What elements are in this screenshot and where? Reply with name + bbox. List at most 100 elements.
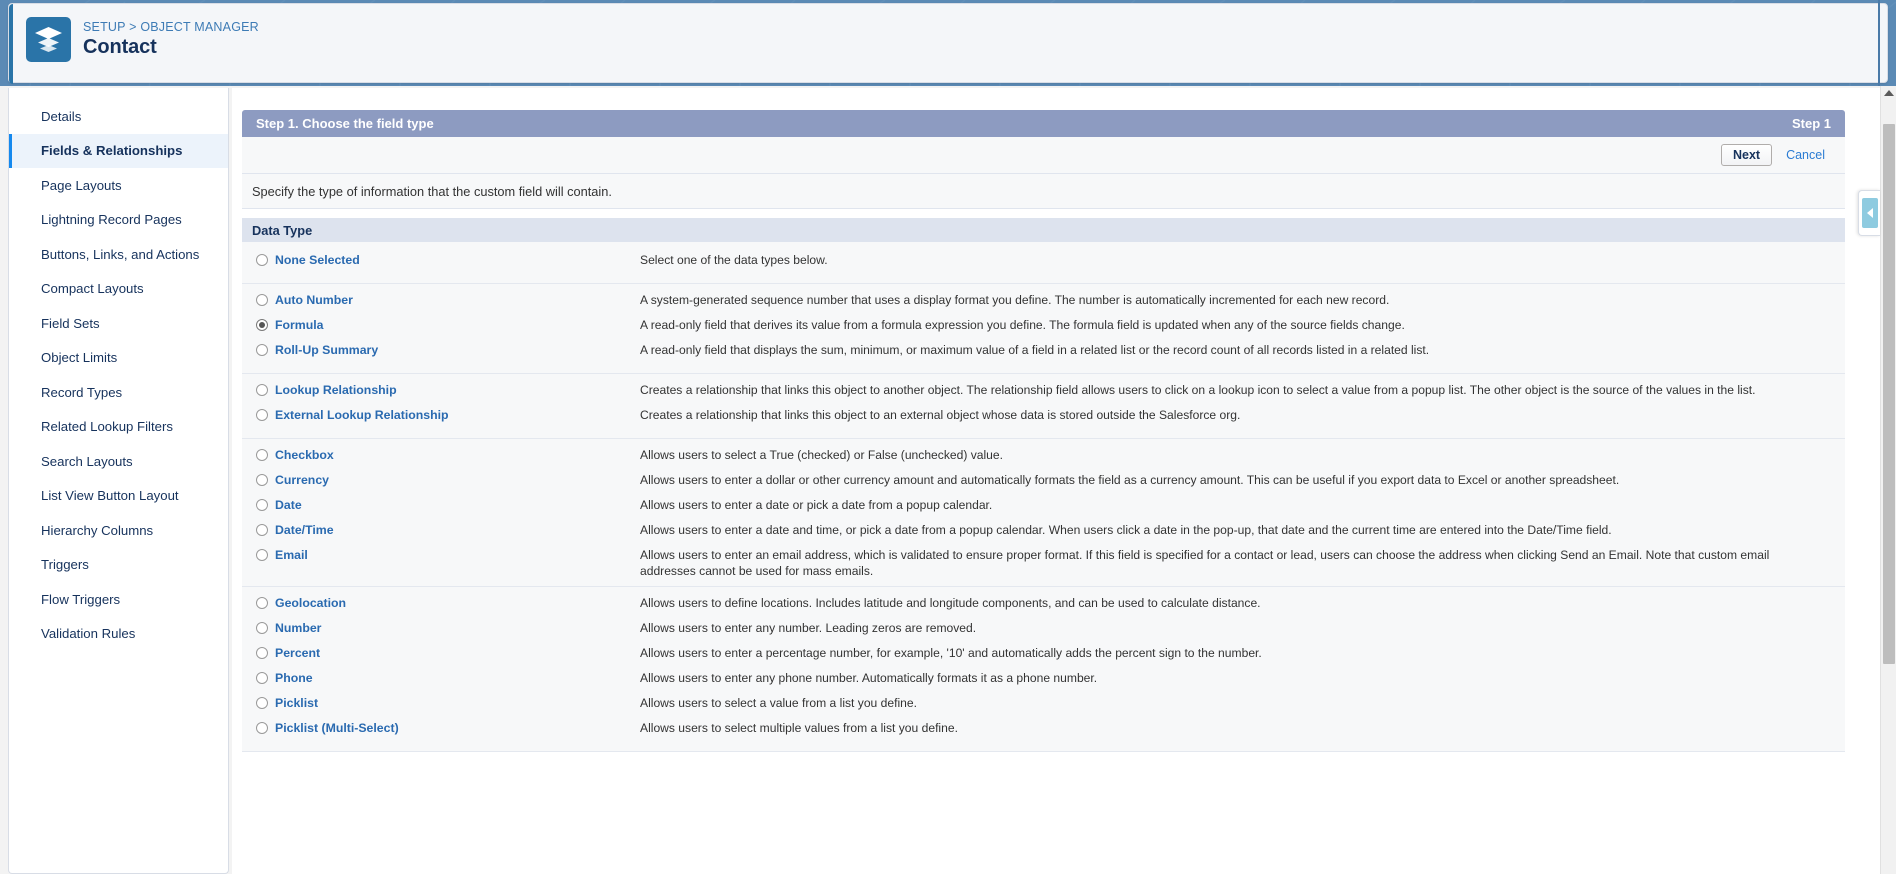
- data-type-row[interactable]: Picklist (Multi-Select) Allows users to s…: [242, 719, 1845, 744]
- data-type-label[interactable]: Percent: [275, 645, 320, 661]
- data-type-label[interactable]: Date/Time: [275, 522, 334, 538]
- sidebar-item-label: Compact Layouts: [41, 281, 144, 297]
- data-type-row[interactable]: Auto Number A system-generated sequence n…: [242, 291, 1845, 316]
- data-type-label[interactable]: Picklist: [275, 695, 318, 711]
- sidebar-item-compact-layouts[interactable]: Compact Layouts: [9, 272, 228, 307]
- data-type-row[interactable]: Percent Allows users to enter a percentag…: [242, 644, 1845, 669]
- nav-list: Details Fields & Relationships Page Layout…: [9, 99, 228, 651]
- radio-percent[interactable]: [256, 647, 268, 659]
- data-type-description: Allows users to select a True (checked) …: [640, 448, 1003, 462]
- sidebar-item-hierarchy-columns[interactable]: Hierarchy Columns: [9, 513, 228, 548]
- vertical-scroll-thumb[interactable]: [1883, 124, 1895, 664]
- data-type-label[interactable]: None Selected: [275, 252, 360, 268]
- radio-none-selected[interactable]: [256, 254, 268, 266]
- data-type-row[interactable]: Currency Allows users to enter a dollar o…: [242, 471, 1845, 496]
- data-type-option[interactable]: None Selected: [242, 251, 640, 268]
- data-type-option[interactable]: Checkbox: [242, 446, 640, 463]
- sidebar-item-search-layouts[interactable]: Search Layouts: [9, 444, 228, 479]
- data-type-option[interactable]: Lookup Relationship: [242, 381, 640, 398]
- data-type-label[interactable]: Auto Number: [275, 292, 353, 308]
- data-type-label[interactable]: Currency: [275, 472, 329, 488]
- data-type-label[interactable]: Date: [275, 497, 302, 513]
- sidebar-item-lightning-record-pages[interactable]: Lightning Record Pages: [9, 203, 228, 238]
- data-type-option[interactable]: Number: [242, 619, 640, 636]
- sidebar-item-field-sets[interactable]: Field Sets: [9, 306, 228, 341]
- sidebar-item-buttons-links-and-actions[interactable]: Buttons, Links, and Actions: [9, 237, 228, 272]
- breadcrumb[interactable]: SETUP > OBJECT MANAGER: [83, 20, 259, 34]
- sidebar-item-record-types[interactable]: Record Types: [9, 375, 228, 410]
- data-type-option[interactable]: External Lookup Relationship: [242, 406, 640, 423]
- sidebar-item-fields-relationships[interactable]: Fields & Relationships: [9, 133, 228, 168]
- data-type-option[interactable]: Picklist (Multi-Select): [242, 719, 640, 736]
- radio-roll-up-summary[interactable]: [256, 344, 268, 356]
- breadcrumb-object-manager[interactable]: OBJECT MANAGER: [140, 20, 259, 34]
- data-type-label[interactable]: Phone: [275, 670, 313, 686]
- breadcrumb-setup[interactable]: SETUP: [83, 20, 125, 34]
- layers-icon-glyph: [35, 27, 62, 52]
- radio-external-lookup-relationship[interactable]: [256, 409, 268, 421]
- sidebar-item-related-lookup-filters[interactable]: Related Lookup Filters: [9, 410, 228, 445]
- radio-auto-number[interactable]: [256, 294, 268, 306]
- radio-formula[interactable]: [256, 319, 268, 331]
- data-type-option[interactable]: Auto Number: [242, 291, 640, 308]
- triangle-up-icon[interactable]: [1884, 90, 1894, 96]
- data-type-row[interactable]: Formula A read-only field that derives it…: [242, 316, 1845, 341]
- data-type-option[interactable]: Date/Time: [242, 521, 640, 538]
- data-type-option[interactable]: Email: [242, 546, 640, 563]
- data-type-option[interactable]: Percent: [242, 644, 640, 661]
- sidebar-item-label: Object Limits: [41, 350, 118, 366]
- radio-phone[interactable]: [256, 672, 268, 684]
- sidebar-item-page-layouts[interactable]: Page Layouts: [9, 168, 228, 203]
- radio-geolocation[interactable]: [256, 597, 268, 609]
- sidebar-item-flow-triggers[interactable]: Flow Triggers: [9, 582, 228, 617]
- data-type-label[interactable]: Geolocation: [275, 595, 346, 611]
- data-type-row[interactable]: External Lookup Relationship Creates a re…: [242, 406, 1845, 431]
- panel-collapse-toggle[interactable]: [1858, 190, 1880, 236]
- data-type-label[interactable]: Checkbox: [275, 447, 334, 463]
- data-type-row[interactable]: Roll-Up Summary A read-only field that di…: [242, 341, 1845, 366]
- data-type-option[interactable]: Formula: [242, 316, 640, 333]
- data-type-label[interactable]: Lookup Relationship: [275, 382, 397, 398]
- data-type-option[interactable]: Date: [242, 496, 640, 513]
- data-type-label[interactable]: Roll-Up Summary: [275, 342, 378, 358]
- data-type-row[interactable]: Email Allows users to enter an email addr…: [242, 546, 1845, 579]
- data-type-label[interactable]: Email: [275, 547, 308, 563]
- data-type-description: Allows users to select multiple values f…: [640, 721, 958, 735]
- data-type-option[interactable]: Picklist: [242, 694, 640, 711]
- data-type-row[interactable]: Picklist Allows users to select a value f…: [242, 694, 1845, 719]
- radio-email[interactable]: [256, 549, 268, 561]
- sidebar-item-label: List View Button Layout: [41, 488, 179, 504]
- sidebar-item-list-view-button-layout[interactable]: List View Button Layout: [9, 479, 228, 514]
- data-type-row[interactable]: Date/Time Allows users to enter a date an…: [242, 521, 1845, 546]
- data-type-row[interactable]: Geolocation Allows users to define locati…: [242, 594, 1845, 619]
- sidebar-item-triggers[interactable]: Triggers: [9, 548, 228, 583]
- radio-date[interactable]: [256, 499, 268, 511]
- data-type-label[interactable]: Formula: [275, 317, 324, 333]
- data-type-label[interactable]: Number: [275, 620, 321, 636]
- radio-picklist[interactable]: [256, 697, 268, 709]
- radio-number[interactable]: [256, 622, 268, 634]
- sidebar-item-validation-rules[interactable]: Validation Rules: [9, 617, 228, 652]
- data-type-option[interactable]: Currency: [242, 471, 640, 488]
- data-type-label[interactable]: Picklist (Multi-Select): [275, 720, 399, 736]
- radio-picklist-multi-select[interactable]: [256, 722, 268, 734]
- data-type-label[interactable]: External Lookup Relationship: [275, 407, 449, 423]
- sidebar-item-details[interactable]: Details: [9, 99, 228, 134]
- data-type-option[interactable]: Phone: [242, 669, 640, 686]
- data-type-option[interactable]: Geolocation: [242, 594, 640, 611]
- data-type-row[interactable]: Checkbox Allows users to select a True (c…: [242, 446, 1845, 471]
- vertical-scrollbar[interactable]: [1880, 86, 1896, 874]
- next-button[interactable]: Next: [1720, 144, 1773, 166]
- data-type-option[interactable]: Roll-Up Summary: [242, 341, 640, 358]
- radio-date-time[interactable]: [256, 524, 268, 536]
- cancel-button[interactable]: Cancel: [1786, 148, 1825, 162]
- sidebar-item-object-limits[interactable]: Object Limits: [9, 341, 228, 376]
- radio-checkbox[interactable]: [256, 449, 268, 461]
- data-type-row[interactable]: Phone Allows users to enter any phone num…: [242, 669, 1845, 694]
- radio-lookup-relationship[interactable]: [256, 384, 268, 396]
- data-type-row[interactable]: Lookup Relationship Creates a relationshi…: [242, 381, 1845, 406]
- radio-currency[interactable]: [256, 474, 268, 486]
- data-type-row[interactable]: None Selected Select one of the data type…: [242, 251, 1845, 276]
- data-type-row[interactable]: Number Allows users to enter any number. …: [242, 619, 1845, 644]
- data-type-row[interactable]: Date Allows users to enter a date or pick…: [242, 496, 1845, 521]
